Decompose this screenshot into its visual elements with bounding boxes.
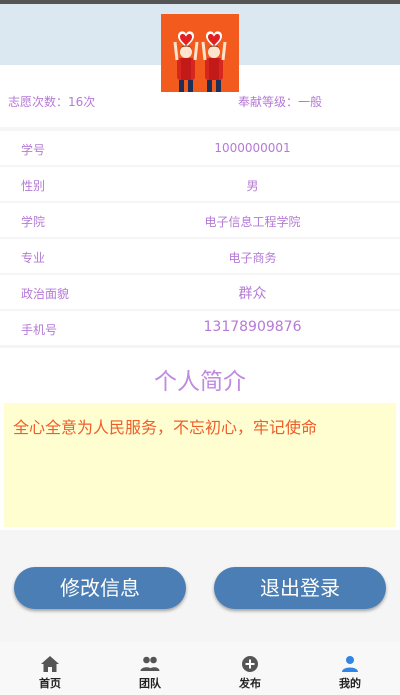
nav-label-publish: 发布 — [239, 677, 261, 690]
major-label: 专业 — [21, 251, 46, 265]
team-icon — [140, 656, 160, 671]
student-id-label: 学号 — [21, 143, 46, 157]
phone-label: 手机号 — [21, 323, 58, 337]
political-status-value: 群众 — [238, 286, 267, 302]
add-circle-icon — [242, 656, 258, 672]
logout-button[interactable]: 退出登录 — [214, 567, 386, 609]
volunteer-count: 志愿次数：16次 — [8, 95, 96, 109]
nav-label-home: 首页 — [39, 677, 61, 690]
student-id-value: 1000000001 — [214, 141, 291, 155]
intro-text: 全心全意为人民服务，不忘初心，牢记使命 — [13, 418, 318, 437]
info-row-student-id: 学号 1000000001 — [0, 131, 400, 165]
info-row-gender: 性别 男 — [0, 167, 400, 201]
political-status-label: 政治面貌 — [21, 287, 70, 301]
phone-value: 13178909876 — [203, 319, 302, 335]
nav-item-mine[interactable]: 我的 — [300, 642, 400, 695]
info-row-college: 学院 电子信息工程学院 — [0, 203, 400, 237]
nav-label-mine: 我的 — [339, 677, 361, 690]
nav-label-team: 团队 — [139, 677, 161, 690]
info-row-phone: 手机号 13178909876 — [0, 311, 400, 345]
nav-item-team[interactable]: 团队 — [100, 642, 200, 695]
avatar[interactable] — [161, 14, 239, 92]
college-label: 学院 — [21, 215, 46, 229]
nav-item-publish[interactable]: 发布 — [200, 642, 300, 695]
contribution-level: 奉献等级：一般 — [238, 95, 323, 109]
intro-textarea[interactable]: 全心全意为人民服务，不忘初心，牢记使命 — [4, 403, 396, 527]
volunteer-avatar-illustration — [161, 14, 239, 92]
major-value: 电子商务 — [228, 251, 277, 265]
home-icon — [41, 656, 59, 672]
info-row-political-status: 政治面貌 群众 — [0, 275, 400, 309]
gender-label: 性别 — [21, 179, 46, 193]
edit-info-button[interactable]: 修改信息 — [14, 567, 186, 609]
person-icon — [342, 656, 358, 672]
bottom-nav: 首页 团队 发布 我的 — [0, 642, 400, 695]
nav-item-home[interactable]: 首页 — [0, 642, 100, 695]
gender-value: 男 — [246, 179, 259, 193]
college-value: 电子信息工程学院 — [204, 215, 301, 229]
info-row-major: 专业 电子商务 — [0, 239, 400, 273]
intro-title: 个人简介 — [154, 369, 246, 395]
